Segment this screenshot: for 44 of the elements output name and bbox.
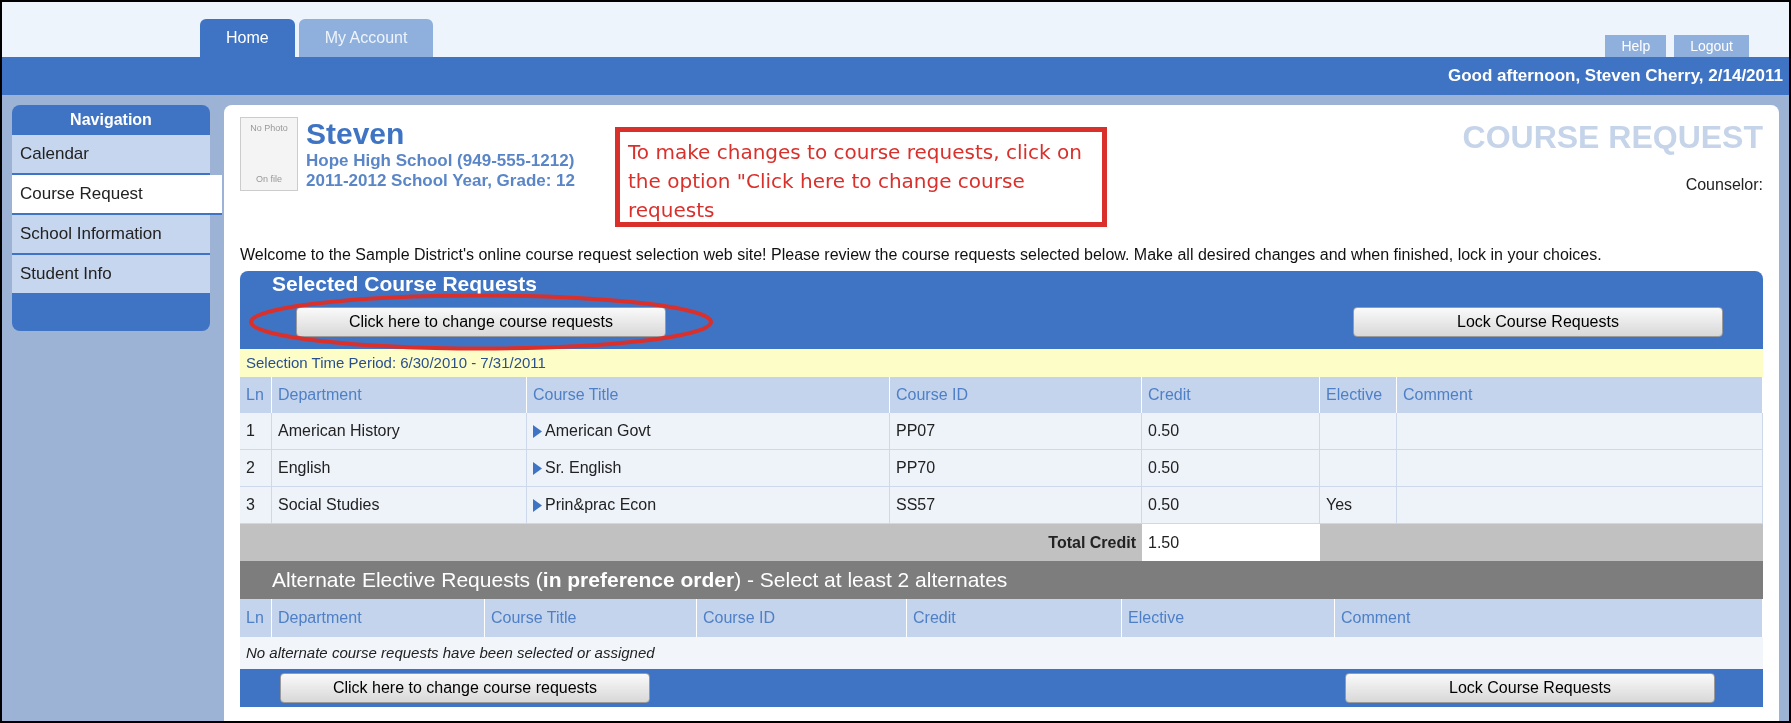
sidebar-item[interactable]: Student Info [12, 255, 210, 295]
table-cell-text: 0.50 [1148, 458, 1180, 478]
selection-period: Selection Time Period: 6/30/2010 - 7/31/2011 [240, 349, 1763, 377]
annotation-note: To make changes to course requests, click on the option "Click here to change course requests [628, 140, 1082, 222]
welcome-text: Welcome to the Sample District's online course request selection web site! Please review the course requests selected below. Make all desired changes and when finished, lock in your choices. [240, 245, 1603, 265]
action-button[interactable]: Click here to change course requests [280, 673, 650, 703]
sidebar-title: Navigation [69, 110, 153, 130]
table-cell-text: Sr. English [545, 458, 622, 478]
table-cell-text: 3 [246, 495, 255, 515]
table-cell-text: Social Studies [278, 495, 380, 515]
table-cell-text: PP07 [896, 421, 936, 441]
photo-placeholder: No Photo On file [240, 117, 298, 191]
top-tab[interactable]: Home [200, 19, 295, 57]
page-title: COURSE REQUEST [1462, 119, 1763, 155]
section-title: Selected Course Requests [271, 273, 538, 295]
triangle-icon [533, 498, 542, 512]
table-cell-text: 2 [246, 458, 255, 478]
sidebar-item[interactable]: Calendar [12, 135, 210, 175]
section-title: Alternate Elective Requests (in preference order) - Select at least 2 alternates [272, 567, 1008, 594]
action-button[interactable]: Lock Course Requests [1345, 673, 1715, 703]
table-cell-text: 1 [246, 421, 255, 441]
year-text: 2011-2012 School Year, Grade: 12 [306, 171, 576, 191]
action-button[interactable]: Lock Course Requests [1353, 307, 1723, 337]
counselor-label: Counselor: [1685, 175, 1763, 195]
total-value: 1.50 [1142, 524, 1320, 561]
table-cell-text: 0.50 [1148, 495, 1180, 515]
school-text: Hope High School (949-555-1212) [306, 151, 576, 171]
table-cell-text: 0.50 [1148, 421, 1180, 441]
table-cell-text: SS57 [896, 495, 936, 515]
table-cell-text: American History [278, 421, 400, 441]
table-cell-text: American Govt [545, 421, 651, 441]
table-cell-text: Yes [1326, 495, 1353, 515]
table-cell-text: PP70 [896, 458, 936, 478]
sidebar-item[interactable]: Course Request [12, 175, 222, 215]
triangle-icon [533, 424, 542, 438]
table-cell-text: English [278, 458, 331, 478]
total-label: Total Credit [1048, 532, 1136, 553]
greeting-text: Good afternoon, Steven Cherry, 2/14/2011 [1447, 65, 1783, 88]
table-cell-text: Prin&prac Econ [545, 495, 657, 515]
action-button[interactable]: Click here to change course requests [296, 307, 666, 337]
student-name: Steven [306, 117, 406, 151]
triangle-icon [533, 461, 542, 475]
empty-message: No alternate course requests have been selected or assigned [246, 642, 655, 663]
sidebar-item[interactable]: School Information [12, 215, 210, 255]
